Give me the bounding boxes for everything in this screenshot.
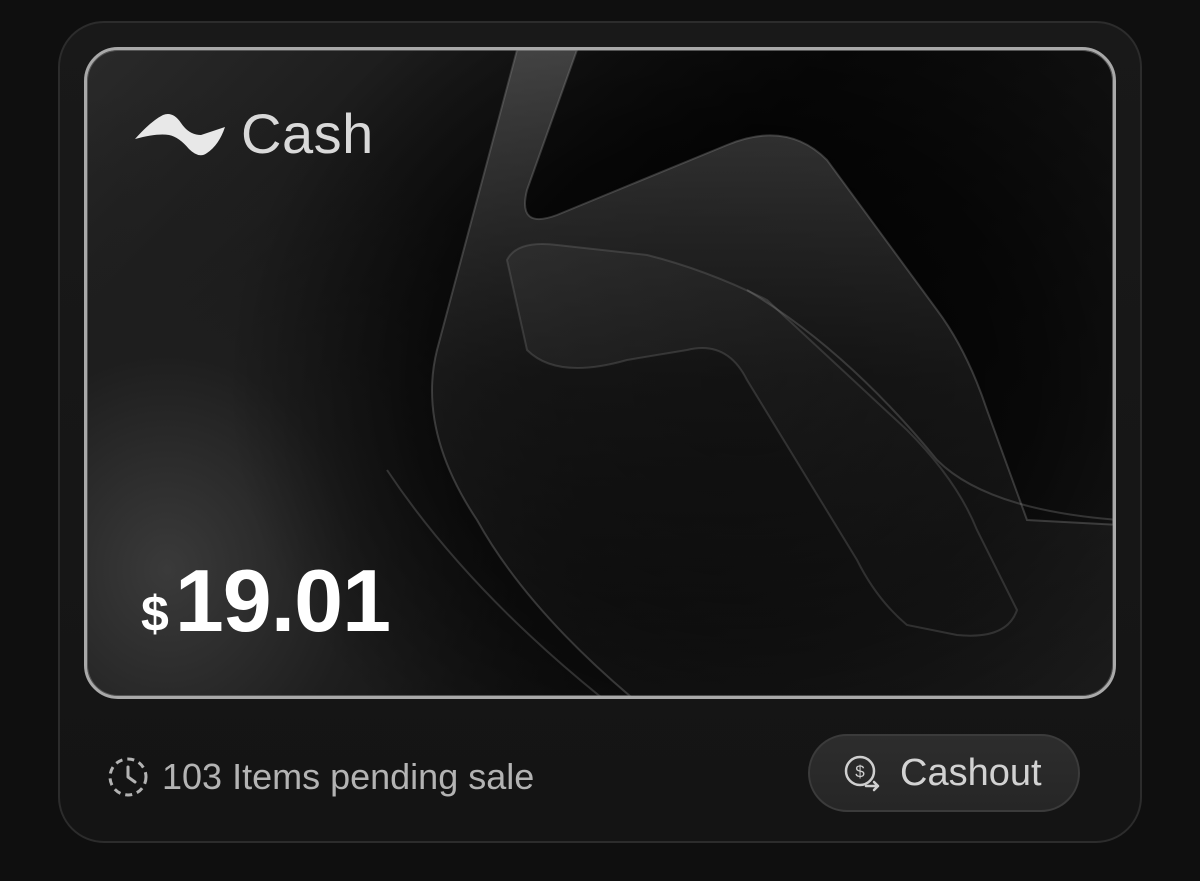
clock-icon (108, 757, 148, 797)
brand-label: Cash (241, 101, 374, 165)
balance-amount: 19.01 (174, 551, 391, 650)
cash-card: Cash $ 19.01 (84, 47, 1116, 699)
svg-text:$: $ (855, 762, 865, 781)
balance: $ 19.01 (141, 550, 391, 652)
dollar-exchange-icon: $ (844, 755, 880, 792)
wave-logo-icon (135, 114, 225, 156)
pending-status: 103 Items pending sale (106, 752, 534, 802)
brand: Cash (133, 98, 374, 168)
balance-currency: $ (141, 586, 169, 642)
cashout-label: Cashout (900, 751, 1042, 794)
pending-status-text: 103 Items pending sale (162, 756, 535, 797)
cashout-button[interactable]: $ Cashout (808, 734, 1080, 812)
